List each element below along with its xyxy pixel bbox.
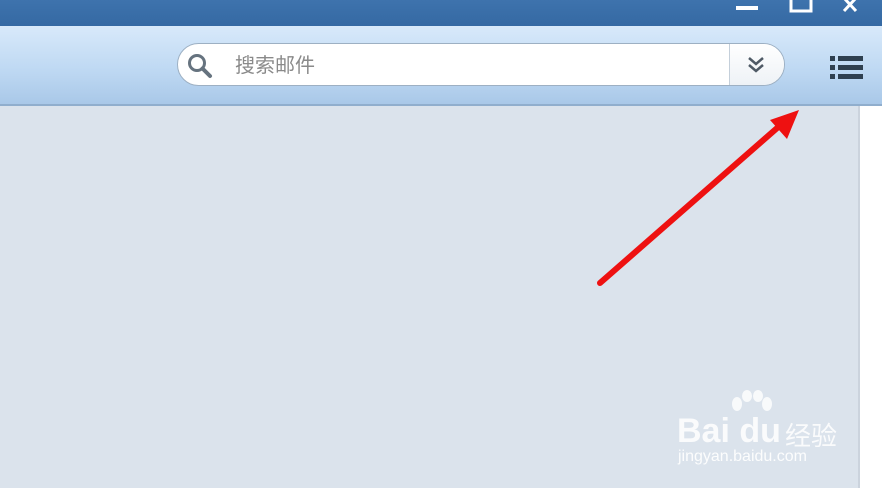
search-options-button[interactable]	[729, 44, 784, 85]
list-menu-icon[interactable]	[830, 54, 863, 81]
search-icon[interactable]	[186, 52, 214, 80]
right-panel	[858, 106, 882, 488]
close-icon[interactable]	[838, 0, 868, 14]
watermark-url: jingyan.baidu.com	[678, 448, 807, 465]
minimize-icon[interactable]	[732, 0, 762, 14]
watermark-brand: Bai du	[677, 412, 781, 450]
double-chevron-down-icon	[748, 57, 764, 73]
baidu-watermark: Bai du 经验 jingyan.baidu.com	[675, 390, 845, 470]
search-box[interactable]: 搜索邮件	[177, 43, 785, 86]
title-bar	[0, 0, 882, 26]
maximize-icon[interactable]	[786, 0, 816, 14]
search-input[interactable]: 搜索邮件	[235, 54, 315, 76]
